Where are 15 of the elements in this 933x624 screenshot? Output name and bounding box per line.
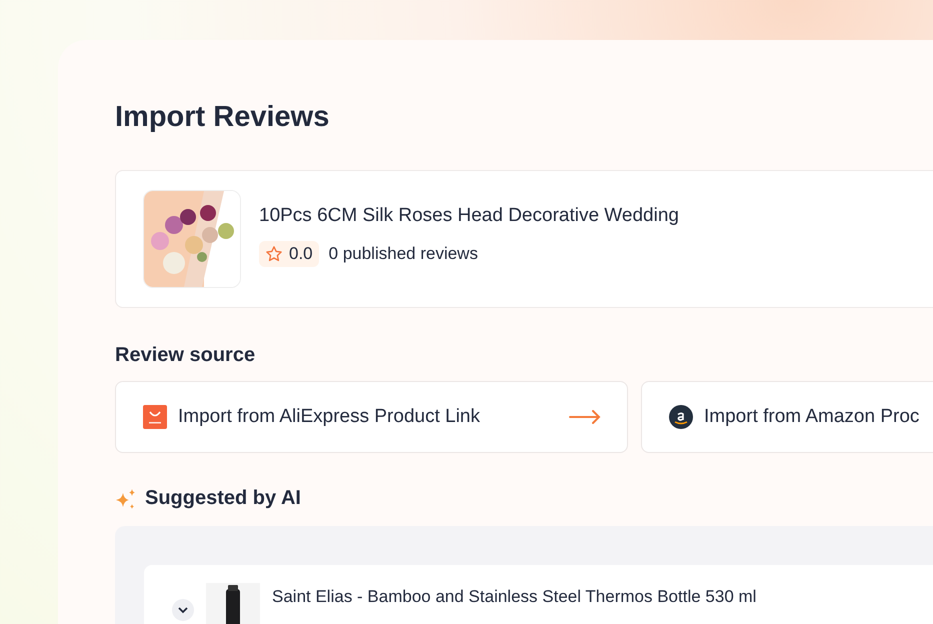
product-name: 10Pcs 6CM Silk Roses Head Decorative Wedding bbox=[259, 205, 679, 227]
rating-badge: 0.0 bbox=[259, 241, 319, 267]
star-icon bbox=[265, 245, 283, 263]
product-name: Saint Elias - Bamboo and Stainless Steel Thermos Bottle 530 ml bbox=[272, 587, 756, 607]
arrow-right-icon bbox=[569, 410, 601, 424]
sparkle-icon bbox=[115, 488, 137, 510]
review-count: 0 published reviews bbox=[328, 244, 478, 264]
page-title: Import Reviews bbox=[115, 100, 330, 135]
import-source-button[interactable]: Import from AliExpress Product Link bbox=[115, 381, 628, 453]
shopping-bag-icon bbox=[143, 405, 167, 429]
import-source-button[interactable]: Import from Amazon Proc bbox=[641, 381, 933, 453]
section-heading: Suggested by AI bbox=[145, 487, 301, 510]
section-heading: Review source bbox=[115, 344, 256, 367]
amazon-icon bbox=[669, 405, 693, 429]
expand-toggle[interactable] bbox=[172, 599, 194, 621]
